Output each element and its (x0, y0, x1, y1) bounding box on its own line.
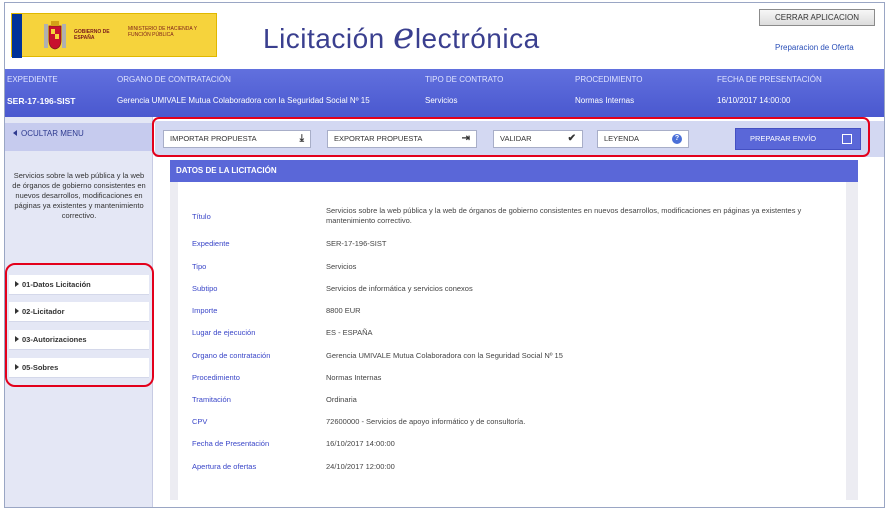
value-tipo-contrato: Servicios (425, 96, 458, 105)
value-fecha-presentacion: 16/10/2017 14:00:00 (717, 96, 791, 105)
row-value: ES - ESPAÑA (326, 328, 373, 337)
row-value: 8800 EUR (326, 306, 361, 315)
coat-of-arms-icon (44, 21, 66, 50)
hide-menu-label: OCULTAR MENU (21, 129, 84, 138)
tender-description: Servicios sobre la web pública y la web … (12, 171, 146, 220)
government-name: GOBIERNO DE ESPAÑA (74, 29, 110, 41)
app-title: Licitación electrónica (263, 16, 540, 57)
row-label: Subtipo (192, 284, 218, 293)
row-value: 16/10/2017 14:00:00 (326, 439, 395, 448)
highlight-annotation-nav (5, 263, 154, 387)
close-application-button[interactable]: CERRAR APLICACION (759, 9, 875, 26)
value-organo: Gerencia UMIVALE Mutua Colaboradora con … (117, 96, 370, 105)
row-label: Apertura de ofertas (192, 462, 257, 471)
hide-menu-button[interactable]: OCULTAR MENU (5, 123, 153, 151)
app-title-end: lectrónica (414, 23, 540, 54)
row-value: 24/10/2017 12:00:00 (326, 462, 395, 471)
eu-flag-stripe (12, 14, 22, 58)
row-value: Normas Internas (326, 373, 382, 382)
header: GOBIERNO DE ESPAÑA MINISTERIO DE HACIEND… (5, 3, 884, 69)
row-value: SER-17-196-SIST (326, 239, 387, 248)
row-value: Ordinaria (326, 395, 357, 404)
tender-data-table: Título Servicios sobre la web pública y l… (178, 182, 846, 500)
row-value: Servicios sobre la web pública y la web … (326, 206, 802, 225)
ministry-name: MINISTERIO DE HACIENDA Y FUNCIÓN PÚBLICA (128, 26, 197, 38)
label-expediente: EXPEDIENTE (7, 75, 58, 84)
data-row-titulo: Título Servicios sobre la web pública y l… (192, 206, 832, 228)
prepare-offer-link[interactable]: Preparacion de Oferta (775, 43, 854, 52)
row-value: Servicios (326, 262, 357, 271)
row-label: Importe (192, 306, 218, 315)
label-organo: ORGANO DE CONTRATACIÓN (117, 75, 231, 84)
row-label: Tipo (192, 262, 207, 271)
row-value: Gerencia UMIVALE Mutua Colaboradora con … (326, 351, 563, 360)
app-title-e-logo: e (393, 16, 415, 57)
row-label: Tramitación (192, 395, 231, 404)
row-value: 72600000 - Servicios de apoyo informátic… (326, 417, 526, 426)
tender-data-panel: Título Servicios sobre la web pública y l… (170, 182, 858, 500)
app-window: GOBIERNO DE ESPAÑA MINISTERIO DE HACIEND… (4, 2, 885, 508)
highlight-annotation-toolbar (152, 117, 870, 157)
row-value: Servicios de informática y servicios con… (326, 284, 473, 293)
row-label: Fecha de Presentación (192, 439, 270, 448)
section-title: DATOS DE LA LICITACIÓN (170, 160, 858, 182)
row-label: Título (192, 212, 211, 221)
row-label: Procedimiento (192, 373, 240, 382)
label-fecha-presentacion: FECHA DE PRESENTACIÓN (717, 75, 822, 84)
row-label: CPV (192, 417, 208, 426)
triangle-left-icon (13, 130, 17, 136)
label-procedimiento: PROCEDIMIENTO (575, 75, 643, 84)
value-procedimiento: Normas Internas (575, 96, 635, 105)
tender-summary-band: EXPEDIENTE ORGANO DE CONTRATACIÓN TIPO D… (5, 69, 884, 117)
row-label: Organo de contratación (192, 351, 271, 360)
sidebar: OCULTAR MENU Servicios sobre la web públ… (5, 117, 154, 507)
app-title-start: Licitación (263, 23, 394, 54)
row-label: Expediente (192, 239, 230, 248)
row-label: Lugar de ejecución (192, 328, 256, 337)
label-tipo-contrato: TIPO DE CONTRATO (425, 75, 504, 84)
value-expediente: SER-17-196-SIST (7, 96, 76, 106)
government-logo: GOBIERNO DE ESPAÑA MINISTERIO DE HACIEND… (11, 13, 217, 58)
